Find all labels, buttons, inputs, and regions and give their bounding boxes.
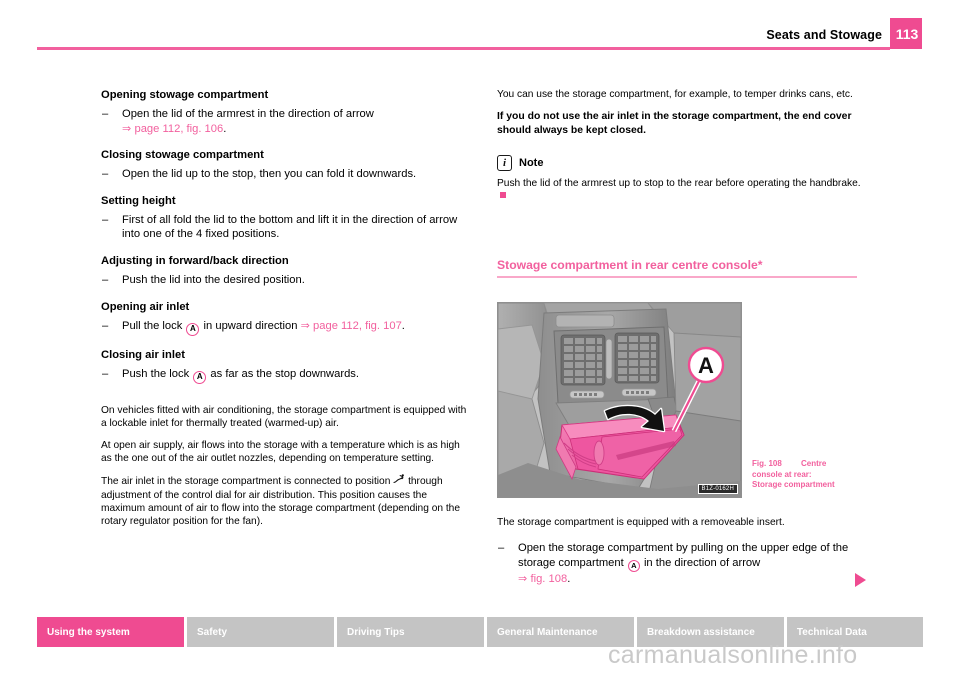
right-column-lower: The storage compartment is equipped with… <box>497 516 869 586</box>
spacer <box>497 146 869 155</box>
section-heading-closing-stowage: Closing stowage compartment <box>101 148 473 162</box>
bullet-dash: – <box>102 213 108 228</box>
bullet-text-tail: . <box>567 573 570 585</box>
figure-caption-line2: Centre <box>784 459 826 468</box>
bullet-text: Open the lid up to the stop, then you ca… <box>122 168 416 180</box>
spacer <box>101 384 473 404</box>
callout-marker-a-icon: A <box>186 323 199 336</box>
section-heading-setting-height: Setting height <box>101 194 473 208</box>
bullet-dash: – <box>102 107 108 122</box>
note-block: i Note Push the lid of the armrest up to… <box>497 155 869 203</box>
bullet-text: Pull the lock <box>122 320 182 332</box>
page-title: Seats and Stowage <box>766 28 882 42</box>
bullet-text: First of all fold the lid to the bottom … <box>122 214 457 241</box>
bullet-setting-height: – First of all fold the lid to the botto… <box>101 213 473 242</box>
footer-tab-driving-tips[interactable]: Driving Tips <box>337 617 484 647</box>
spacer <box>101 242 473 254</box>
left-column: Opening stowage compartment – Open the l… <box>101 88 473 528</box>
section-heading-closing-air-inlet: Closing air inlet <box>101 348 473 362</box>
section-heading-opening-air-inlet: Opening air inlet <box>101 300 473 314</box>
bullet-text: Push the lid into the desired position. <box>122 274 305 286</box>
air-distribution-icon <box>393 474 405 485</box>
callout-marker-a-icon: A <box>193 371 206 384</box>
bullet-dash: – <box>102 273 108 288</box>
footer-tab-using-the-system[interactable]: Using the system <box>37 617 184 647</box>
header-divider <box>37 47 890 50</box>
figure-caption: Fig. 108 Centre console at rear: Storage… <box>752 459 882 491</box>
manual-page: Seats and Stowage 113 Opening stowage co… <box>0 0 960 673</box>
bullet-dash: – <box>102 367 108 382</box>
info-icon: i <box>497 155 512 171</box>
paragraph-air-inlet-position: The air inlet in the storage compartment… <box>101 474 473 528</box>
cross-reference-link[interactable]: ⇒ fig. 108 <box>518 573 567 585</box>
cross-reference-link[interactable]: ⇒ page 112, fig. 106 <box>122 123 223 135</box>
cross-reference-link[interactable]: ⇒ page 112, fig. 107 <box>301 320 402 332</box>
spacer <box>101 336 473 348</box>
footer-tab-safety[interactable]: Safety <box>187 617 334 647</box>
paragraph-text-pre: The air inlet in the storage compartment… <box>101 476 390 487</box>
paragraph-removeable-insert: The storage compartment is equipped with… <box>497 516 869 529</box>
paragraph-air-conditioning: On vehicles fitted with air conditioning… <box>101 404 473 430</box>
spacer <box>497 212 869 258</box>
note-text: Push the lid of the armrest up to stop t… <box>497 177 869 203</box>
bullet-dash: – <box>102 167 108 182</box>
next-page-arrow-icon[interactable] <box>855 573 866 587</box>
page-number-badge: 113 <box>890 18 922 49</box>
note-header: i Note <box>497 155 869 171</box>
section-heading-stowage-rear-console: Stowage compartment in rear centre conso… <box>497 258 869 272</box>
figure-caption-number: Fig. 108 <box>752 459 782 468</box>
figure-id-label: B1Z-0162H <box>698 484 738 494</box>
spacer <box>101 288 473 300</box>
bullet-opening-air-inlet: – Pull the lock A in upward direction ⇒ … <box>101 319 473 336</box>
figure-caption-line3: console at rear: <box>752 470 812 479</box>
note-body: Push the lid of the armrest up to stop t… <box>497 178 861 189</box>
figure-image-centre-console: A B1Z-0162H <box>497 302 742 498</box>
centre-console-illustration: A <box>498 303 741 497</box>
bullet-closing-stowage: – Open the lid up to the stop, then you … <box>101 167 473 182</box>
bullet-dash: – <box>498 541 504 556</box>
section-divider <box>497 276 857 278</box>
bullet-opening-stowage: – Open the lid of the armrest in the dir… <box>101 107 473 136</box>
spacer <box>101 182 473 194</box>
bullet-open-storage-compartment: – Open the storage compartment by pullin… <box>497 541 869 586</box>
paragraph-air-supply: At open air supply, air flows into the s… <box>101 439 473 465</box>
spacer <box>101 136 473 148</box>
figure-container: A B1Z-0162H <box>497 302 742 498</box>
bullet-adjusting-direction: – Push the lid into the desired position… <box>101 273 473 288</box>
bullet-text: Push the lock <box>122 368 189 380</box>
watermark: carmanualsonline.info <box>608 641 858 670</box>
bullet-text-tail: . <box>223 123 226 135</box>
right-column: You can use the storage compartment, for… <box>497 88 869 278</box>
bullet-text-mid: in the direction of arrow <box>644 557 760 569</box>
figure-caption-line4: Storage compartment <box>752 480 835 489</box>
end-of-section-marker <box>500 192 506 198</box>
paragraph-intro: You can use the storage compartment, for… <box>497 88 869 101</box>
callout-marker-a-icon: A <box>628 560 640 572</box>
bullet-text-mid: in upward direction <box>204 320 298 332</box>
page-header: Seats and Stowage 113 <box>0 0 960 56</box>
section-heading-opening-stowage: Opening stowage compartment <box>101 88 473 102</box>
svg-text:A: A <box>698 353 714 378</box>
note-title: Note <box>519 157 543 169</box>
paragraph-bold-warning: If you do not use the air inlet in the s… <box>497 110 869 137</box>
bullet-closing-air-inlet: – Push the lock A as far as the stop dow… <box>101 367 473 384</box>
bullet-text: Open the lid of the armrest in the direc… <box>122 108 374 120</box>
bullet-dash: – <box>102 319 108 334</box>
bullet-text-tail: as far as the stop downwards. <box>210 368 359 380</box>
section-heading-adjusting-direction: Adjusting in forward/back direction <box>101 254 473 268</box>
bullet-text-tail: . <box>402 320 405 332</box>
